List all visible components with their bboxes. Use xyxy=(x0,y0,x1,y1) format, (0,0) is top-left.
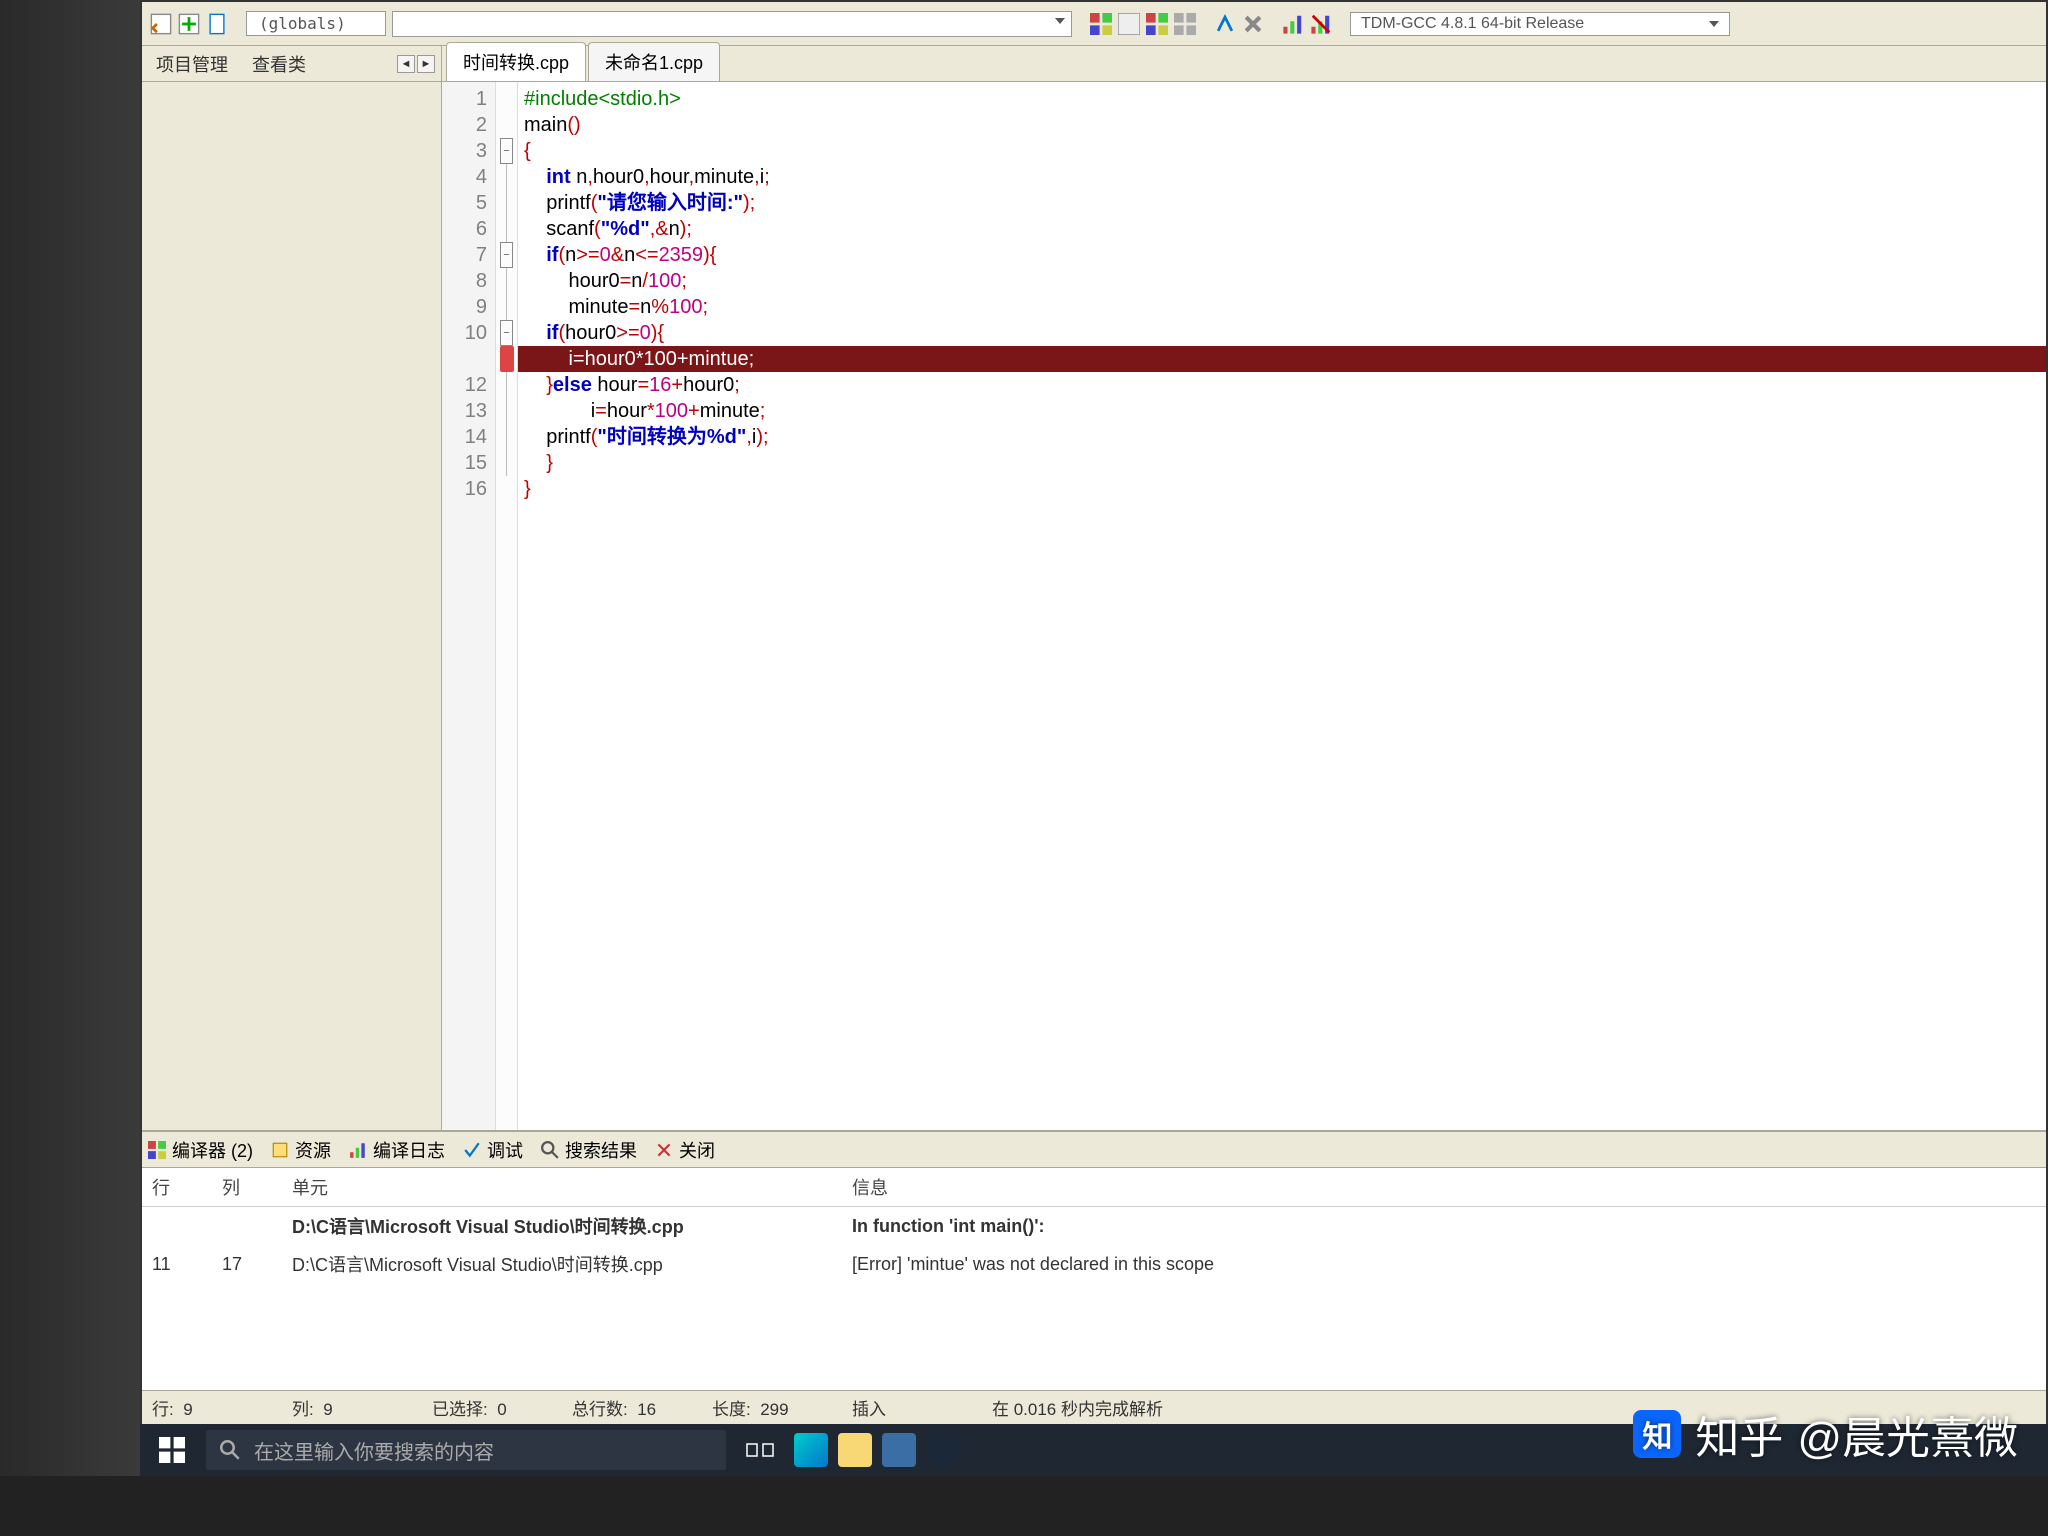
tab-resource[interactable]: 资源 xyxy=(271,1137,331,1163)
taskbar-search[interactable]: 在这里输入你要搜索的内容 xyxy=(206,1430,726,1470)
grid-icon xyxy=(148,1141,166,1159)
status-insert: 插入 xyxy=(852,1395,942,1420)
code-content[interactable]: #include<stdio.h>main(){ int n,hour0,hou… xyxy=(518,82,2046,1130)
resource-icon xyxy=(271,1141,289,1159)
search-icon xyxy=(220,1440,240,1460)
watermark-site: 知乎 xyxy=(1695,1402,1783,1466)
tab-scroll-left[interactable]: ◄ xyxy=(397,55,415,73)
zhihu-icon: 知 xyxy=(1633,1410,1681,1458)
symbol-dropdown[interactable] xyxy=(392,11,1072,37)
col-col: 列 xyxy=(212,1168,282,1207)
col-unit: 单元 xyxy=(282,1168,842,1207)
error-list[interactable]: 行 列 单元 信息 D:\C语言\Microsoft Visual Studio… xyxy=(142,1168,2046,1390)
status-col: 列: 9 xyxy=(292,1395,382,1420)
monitor-bezel-left xyxy=(0,0,140,1536)
compiler-label: TDM-GCC 4.8.1 64-bit Release xyxy=(1361,15,1584,33)
compile-icon[interactable] xyxy=(1090,13,1112,35)
line-number-gutter: 123456789101213141516 xyxy=(442,82,496,1130)
scope-dropdown[interactable]: (globals) xyxy=(246,11,386,36)
panel-tabs: 编译器 (2) 资源 编译日志 调试 搜索结果 关闭 xyxy=(142,1132,2046,1168)
search-placeholder: 在这里输入你要搜索的内容 xyxy=(254,1436,494,1465)
tab-project[interactable]: 项目管理 xyxy=(146,47,238,81)
taskbar-app-steam[interactable] xyxy=(926,1433,960,1467)
compiler-panel: 编译器 (2) 资源 编译日志 调试 搜索结果 关闭 xyxy=(142,1130,2046,1390)
watermark-user: @晨光熹微 xyxy=(1797,1402,2018,1466)
tab-compiler[interactable]: 编译器 (2) xyxy=(148,1137,253,1163)
rebuild-icon[interactable] xyxy=(1174,13,1196,35)
search-icon xyxy=(541,1141,559,1159)
status-line: 行: 9 xyxy=(152,1395,242,1420)
taskbar-app-explorer[interactable] xyxy=(838,1433,872,1467)
tab-close[interactable]: 关闭 xyxy=(655,1137,715,1163)
toolbar-icon[interactable] xyxy=(206,13,228,35)
watermark: 知 知乎 @晨光熹微 xyxy=(1633,1402,2018,1466)
col-info: 信息 xyxy=(842,1168,2046,1207)
fold-gutter: −−− xyxy=(496,82,518,1130)
tab-compile-log[interactable]: 编译日志 xyxy=(349,1137,445,1163)
sidebar-tabs: 项目管理 查看类 ◄ ► xyxy=(142,46,441,82)
taskbar-app-edge[interactable] xyxy=(794,1433,828,1467)
file-tab-active[interactable]: 时间转换.cpp xyxy=(446,42,586,81)
toolbar-icon[interactable] xyxy=(150,13,172,35)
error-row[interactable]: 1117D:\C语言\Microsoft Visual Studio\时间转换.… xyxy=(142,1245,2046,1283)
check-icon xyxy=(463,1141,481,1159)
monitor-bezel-bottom xyxy=(0,1476,2048,1536)
tab-search-results[interactable]: 搜索结果 xyxy=(541,1137,637,1163)
code-editor[interactable]: 123456789101213141516 −−− #include<stdio… xyxy=(442,82,2046,1130)
compile-run-icon[interactable] xyxy=(1146,13,1168,35)
status-sel: 已选择: 0 xyxy=(432,1395,522,1420)
file-tab-other[interactable]: 未命名1.cpp xyxy=(588,42,720,81)
stop-icon[interactable] xyxy=(1242,13,1264,35)
status-total: 总行数: 16 xyxy=(572,1395,662,1420)
workspace: 项目管理 查看类 ◄ ► 时间转换.cpp 未命名1.cpp 123456789… xyxy=(142,46,2046,1130)
start-button[interactable] xyxy=(148,1426,196,1474)
run-icon[interactable] xyxy=(1118,13,1140,35)
tab-scroll-right[interactable]: ► xyxy=(417,55,435,73)
file-tabs: 时间转换.cpp 未命名1.cpp xyxy=(442,46,2046,82)
ide-window: (globals) TDM-GCC 4.8.1 64-bit Release 项… xyxy=(140,0,2048,1426)
toolbar-icon[interactable] xyxy=(178,13,200,35)
main-toolbar: (globals) TDM-GCC 4.8.1 64-bit Release xyxy=(142,2,2046,46)
status-length: 长度: 299 xyxy=(712,1395,802,1420)
error-row[interactable]: D:\C语言\Microsoft Visual Studio\时间转换.cppI… xyxy=(142,1207,2046,1246)
compiler-selector[interactable]: TDM-GCC 4.8.1 64-bit Release xyxy=(1350,12,1730,36)
tab-debug[interactable]: 调试 xyxy=(463,1137,523,1163)
close-icon xyxy=(655,1141,673,1159)
profile-icon[interactable] xyxy=(1282,13,1304,35)
chart-icon xyxy=(349,1141,367,1159)
error-table: 行 列 单元 信息 D:\C语言\Microsoft Visual Studio… xyxy=(142,1168,2046,1283)
tab-classes[interactable]: 查看类 xyxy=(242,47,316,81)
editor-area: 时间转换.cpp 未命名1.cpp 123456789101213141516 … xyxy=(442,46,2046,1130)
taskbar-app-devcpp[interactable] xyxy=(882,1433,916,1467)
col-line: 行 xyxy=(142,1168,212,1207)
debug-icon[interactable] xyxy=(1214,13,1236,35)
chevron-down-icon xyxy=(1709,21,1719,27)
delete-profile-icon[interactable] xyxy=(1310,13,1332,35)
project-sidebar: 项目管理 查看类 ◄ ► xyxy=(142,46,442,1130)
task-view-button[interactable] xyxy=(736,1426,784,1474)
